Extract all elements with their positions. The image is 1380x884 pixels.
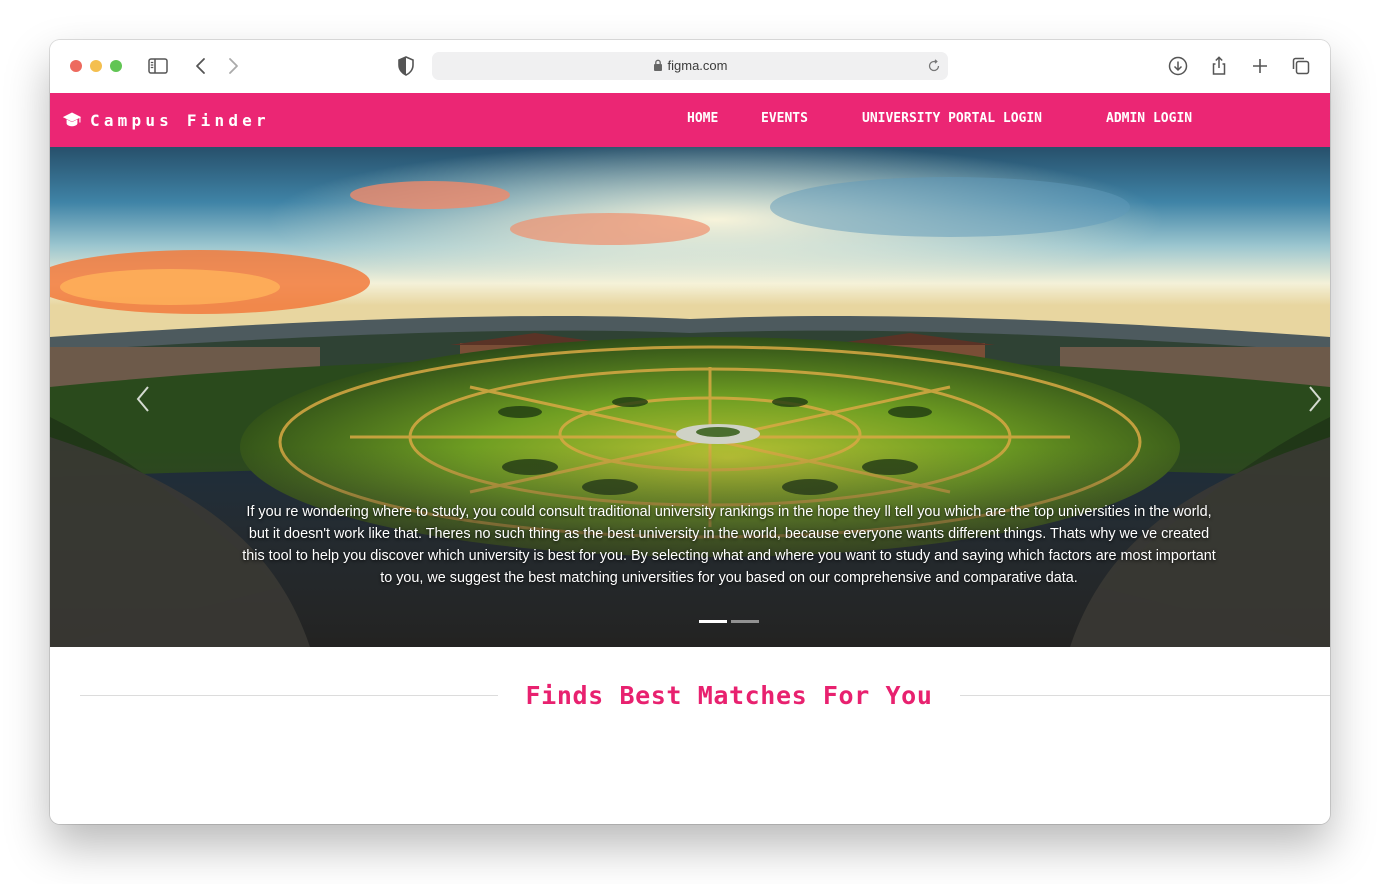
chevron-right-icon [1309, 386, 1322, 412]
brand-logo[interactable]: Campus Finder [62, 109, 270, 131]
address-bar[interactable]: figma.com [432, 52, 948, 80]
carousel-next-button[interactable] [1300, 379, 1328, 419]
download-icon[interactable] [1166, 54, 1190, 78]
share-icon[interactable] [1207, 54, 1231, 78]
nav-home-link[interactable]: HOME [687, 111, 718, 126]
maximize-window-button[interactable] [110, 60, 122, 72]
sidebar-icon[interactable] [146, 54, 170, 78]
graduation-cap-icon [62, 112, 82, 127]
close-window-button[interactable] [70, 60, 82, 72]
browser-window: figma.com Campus Finder HOME EVENTS UNIV… [50, 40, 1330, 824]
minimize-window-button[interactable] [90, 60, 102, 72]
back-icon[interactable] [189, 54, 213, 78]
site-navbar: Campus Finder HOME EVENTS UNIVERSITY POR… [50, 93, 1330, 147]
reload-icon[interactable] [926, 58, 942, 74]
new-tab-icon[interactable] [1248, 54, 1272, 78]
nav-portal-login-link[interactable]: UNIVERSITY PORTAL LOGIN [862, 111, 1042, 126]
nav-events-link[interactable]: EVENTS [761, 111, 808, 126]
carousel-prev-button[interactable] [130, 379, 158, 419]
carousel-indicator-1[interactable] [699, 620, 727, 623]
carousel-indicator-2[interactable] [731, 620, 759, 623]
hero-carousel: If you re wondering where to study, you … [50, 147, 1330, 647]
section-heading: Finds Best Matches For You [525, 681, 933, 710]
shield-icon[interactable] [394, 54, 418, 78]
matches-section: Finds Best Matches For You [50, 647, 1330, 824]
nav-admin-login-link[interactable]: ADMIN LOGIN [1106, 111, 1192, 126]
forward-icon[interactable] [221, 54, 245, 78]
brand-name: Campus Finder [90, 110, 270, 130]
carousel-indicators [699, 620, 759, 623]
heading-divider-left [80, 695, 498, 696]
heading-divider-right [960, 695, 1330, 696]
address-url: figma.com [667, 58, 728, 73]
browser-toolbar: figma.com [50, 40, 1330, 94]
carousel-caption: If you re wondering where to study, you … [242, 504, 1216, 586]
lock-icon [653, 59, 662, 71]
chevron-left-icon [136, 386, 149, 412]
tabs-overview-icon[interactable] [1289, 54, 1313, 78]
